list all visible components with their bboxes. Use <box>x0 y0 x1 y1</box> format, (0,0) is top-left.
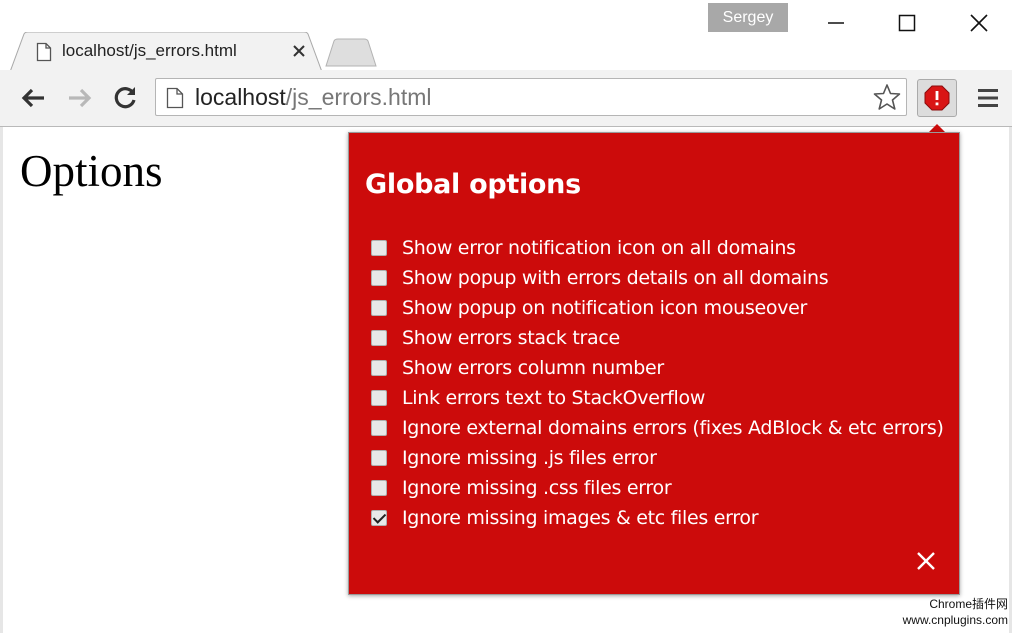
popup-title: Global options <box>365 169 581 200</box>
option-item[interactable]: Ignore missing .js files error <box>371 446 657 470</box>
option-item[interactable]: Ignore missing .css files error <box>371 476 672 500</box>
option-label[interactable]: Ignore external domains errors (fixes Ad… <box>402 417 944 439</box>
tab-active[interactable]: localhost/js_errors.html <box>10 32 322 72</box>
reload-icon <box>114 87 136 109</box>
option-checkbox[interactable] <box>371 510 387 526</box>
close-icon <box>970 14 988 32</box>
option-item[interactable]: Link errors text to StackOverflow <box>371 386 705 410</box>
option-item[interactable]: Ignore missing images & etc files error <box>371 506 759 530</box>
tab-title: localhost/js_errors.html <box>62 41 237 60</box>
arrow-right-icon <box>69 88 92 108</box>
option-checkbox[interactable] <box>371 240 387 256</box>
new-tab-button[interactable] <box>324 38 380 68</box>
browser-toolbar: localhost/js_errors.html <box>0 70 1012 127</box>
option-item[interactable]: Show popup on notification icon mouseove… <box>371 296 807 320</box>
watermark: Chrome插件网 www.cnplugins.com <box>903 596 1008 628</box>
option-item[interactable]: Show errors stack trace <box>371 326 620 350</box>
option-item[interactable]: Show popup with errors details on all do… <box>371 266 829 290</box>
page-icon <box>166 87 184 109</box>
maximize-button[interactable] <box>885 6 929 40</box>
option-label[interactable]: Ignore missing images & etc files error <box>402 507 759 529</box>
option-label[interactable]: Show errors column number <box>402 357 664 379</box>
option-item[interactable]: Show errors column number <box>371 356 664 380</box>
forward-button[interactable] <box>66 84 94 112</box>
star-icon[interactable] <box>872 83 902 111</box>
close-icon[interactable] <box>915 550 937 572</box>
reload-button[interactable] <box>111 84 139 112</box>
option-label[interactable]: Link errors text to StackOverflow <box>402 387 705 409</box>
tab-close-button[interactable] <box>292 42 306 62</box>
url-host: localhost <box>195 84 286 110</box>
option-checkbox[interactable] <box>371 450 387 466</box>
option-item[interactable]: Show error notification icon on all doma… <box>371 236 796 260</box>
option-checkbox[interactable] <box>371 270 387 286</box>
option-item[interactable]: Ignore external domains errors (fixes Ad… <box>371 416 944 440</box>
back-button[interactable] <box>19 84 47 112</box>
minimize-icon <box>828 22 844 24</box>
options-popup: Global options Show error notification i… <box>348 132 960 595</box>
option-checkbox[interactable] <box>371 300 387 316</box>
url-path: /js_errors.html <box>285 84 432 110</box>
title-bar: Sergey localhost/js_errors.html <box>0 0 1012 72</box>
browser-window: Sergey localhost/js_errors.html localhos… <box>0 0 1012 633</box>
option-checkbox[interactable] <box>371 390 387 406</box>
watermark-line-2: www.cnplugins.com <box>902 613 1008 627</box>
hamburger-menu-icon[interactable] <box>975 86 1001 110</box>
close-icon <box>293 45 305 57</box>
option-checkbox[interactable] <box>371 330 387 346</box>
option-label[interactable]: Show errors stack trace <box>402 327 620 349</box>
option-checkbox[interactable] <box>371 480 387 496</box>
option-label[interactable]: Ignore missing .css files error <box>402 477 672 499</box>
option-label[interactable]: Ignore missing .js files error <box>402 447 657 469</box>
page-icon <box>36 42 52 62</box>
option-checkbox[interactable] <box>371 360 387 376</box>
page-title: Options <box>20 146 163 196</box>
option-label[interactable]: Show popup on notification icon mouseove… <box>402 297 807 319</box>
option-checkbox[interactable] <box>371 420 387 436</box>
window-close-button[interactable] <box>957 6 1001 40</box>
url-text: localhost/js_errors.html <box>195 84 431 111</box>
extension-button[interactable] <box>917 79 957 117</box>
maximize-icon <box>898 14 916 32</box>
profile-badge[interactable]: Sergey <box>708 3 788 32</box>
minimize-button[interactable] <box>814 6 858 40</box>
arrow-left-icon <box>21 88 44 108</box>
option-label[interactable]: Show popup with errors details on all do… <box>402 267 829 289</box>
watermark-line-1: Chrome插件网 <box>929 597 1008 611</box>
address-bar[interactable]: localhost/js_errors.html <box>155 78 907 116</box>
option-label[interactable]: Show error notification icon on all doma… <box>402 237 796 259</box>
error-notifier-icon <box>924 85 950 111</box>
